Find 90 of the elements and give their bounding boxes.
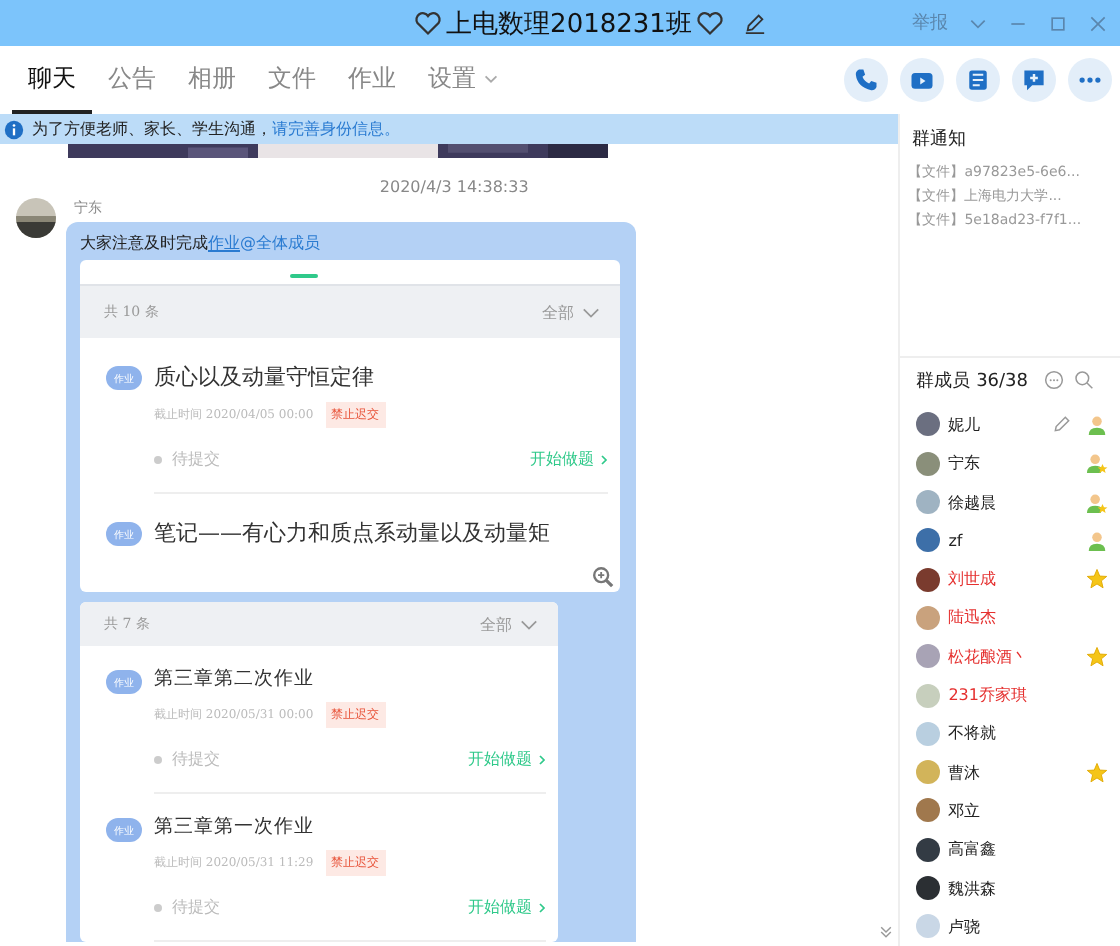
zoom-in-icon[interactable] (592, 566, 614, 588)
homework-link[interactable]: 作业 (208, 234, 240, 252)
member-name: zf (948, 531, 965, 550)
heart-icon (695, 10, 724, 36)
avatar (916, 567, 941, 592)
member-name: 高富鑫 (948, 838, 999, 861)
member-item[interactable]: 卢骁 (916, 907, 1112, 946)
member-item[interactable]: 宁东 (916, 444, 1112, 483)
profile-link[interactable]: 请完善身份信息。 (272, 120, 400, 138)
status-text: 待提交 (154, 896, 220, 918)
member-item[interactable]: 陆迅杰 (916, 598, 1112, 638)
member-name: 徐越晨 (948, 491, 999, 514)
notice-text: 为了方便老师、家长、学生沟通，请完善身份信息。 (32, 118, 400, 140)
chevron-right-icon (600, 453, 608, 465)
chat-bubble-icon[interactable] (1044, 370, 1065, 391)
member-name: 魏洪森 (948, 877, 999, 900)
scroll-down-icon[interactable] (878, 924, 895, 940)
avatar (916, 528, 941, 553)
avatar (916, 914, 941, 939)
tab[interactable]: 设置 (412, 46, 516, 114)
message-text: 大家注意及时完成作业@全体成员 (80, 232, 322, 254)
member-name: 邓立 (948, 799, 983, 822)
tab[interactable]: 公告 (92, 46, 172, 114)
member-name: 陆迅杰 (948, 606, 999, 629)
close-icon[interactable] (1088, 13, 1108, 33)
more-button[interactable] (1068, 58, 1112, 102)
avatar (916, 721, 941, 746)
homework-title[interactable]: 质心以及动量守恒定律 (154, 362, 608, 392)
member-item[interactable]: 高富鑫 (916, 830, 1112, 869)
member-item[interactable]: 妮儿 (916, 405, 1112, 445)
member-item[interactable]: 不将就 (916, 714, 1112, 754)
phone-button[interactable] (844, 58, 888, 102)
member-name: 宁东 (948, 452, 983, 475)
member-name: 刘世成 (948, 568, 999, 591)
tab-indicator (290, 274, 318, 278)
avatar (916, 876, 941, 901)
avatar (916, 605, 941, 630)
info-icon (4, 119, 24, 139)
chevron-down-icon (582, 303, 600, 321)
add-message-button[interactable] (1012, 58, 1056, 102)
maximize-icon[interactable] (1048, 13, 1068, 33)
tab[interactable]: 文件 (252, 46, 332, 114)
chevron-right-icon (538, 901, 546, 913)
member-name: 不将就 (948, 722, 999, 745)
search-icon[interactable] (1074, 370, 1095, 391)
section-title: 群通知 (912, 127, 969, 152)
document-icon (964, 66, 992, 94)
status-text: 待提交 (154, 748, 220, 770)
avatar (916, 683, 941, 708)
homework-title[interactable]: 第三章第一次作业 (154, 814, 546, 840)
chevron-down-icon (520, 615, 538, 633)
member-name: 松花酿酒丶 (948, 645, 1031, 668)
member-item[interactable]: 邓立 (916, 791, 1112, 831)
chevron-right-icon (538, 753, 546, 765)
heart-icon (414, 10, 443, 36)
add-message-icon (1020, 66, 1048, 94)
timestamp: 2020/4/3 14:38:33 (377, 178, 531, 196)
filter-dropdown[interactable]: 全部 (480, 613, 538, 635)
video-button[interactable] (900, 58, 944, 102)
mention: @全体成员 (240, 234, 320, 252)
filter-dropdown[interactable]: 全部 (542, 301, 600, 323)
avatar (916, 798, 941, 823)
tab[interactable]: 作业 (332, 46, 412, 114)
member-name: 卢骁 (948, 915, 983, 938)
avatar (916, 412, 941, 437)
member-item[interactable]: 231乔家琪 (916, 675, 1112, 715)
avatar (916, 760, 941, 785)
avatar (916, 451, 941, 476)
phone-icon (852, 66, 880, 94)
member-item[interactable]: 刘世成 (916, 560, 1112, 599)
member-item[interactable]: 曹沐 (916, 753, 1112, 792)
window-title: 上电数理2018231班 (446, 7, 692, 41)
member-item[interactable]: zf (916, 521, 1112, 561)
classroom-button[interactable] (956, 58, 1000, 102)
member-name: 231乔家琪 (948, 684, 1029, 707)
section-title: 群成员 36/38 (916, 369, 1029, 394)
member-item[interactable]: 魏洪森 (916, 868, 1112, 908)
homework-title[interactable]: 第三章第二次作业 (154, 666, 546, 692)
member-name: 妮儿 (948, 413, 983, 436)
tab[interactable]: 相册 (172, 46, 252, 114)
member-item[interactable]: 徐越晨 (916, 482, 1112, 522)
avatar (916, 644, 941, 669)
avatar (16, 198, 56, 238)
member-name: 曹沐 (948, 761, 983, 784)
edit-icon[interactable] (743, 12, 766, 34)
avatar (916, 837, 941, 862)
avatar (916, 490, 941, 515)
homework-title[interactable]: 笔记——有心力和质点系动量以及动量矩 (154, 518, 608, 548)
status-text: 待提交 (154, 448, 220, 470)
member-item[interactable]: 松花酿酒丶 (916, 637, 1112, 676)
